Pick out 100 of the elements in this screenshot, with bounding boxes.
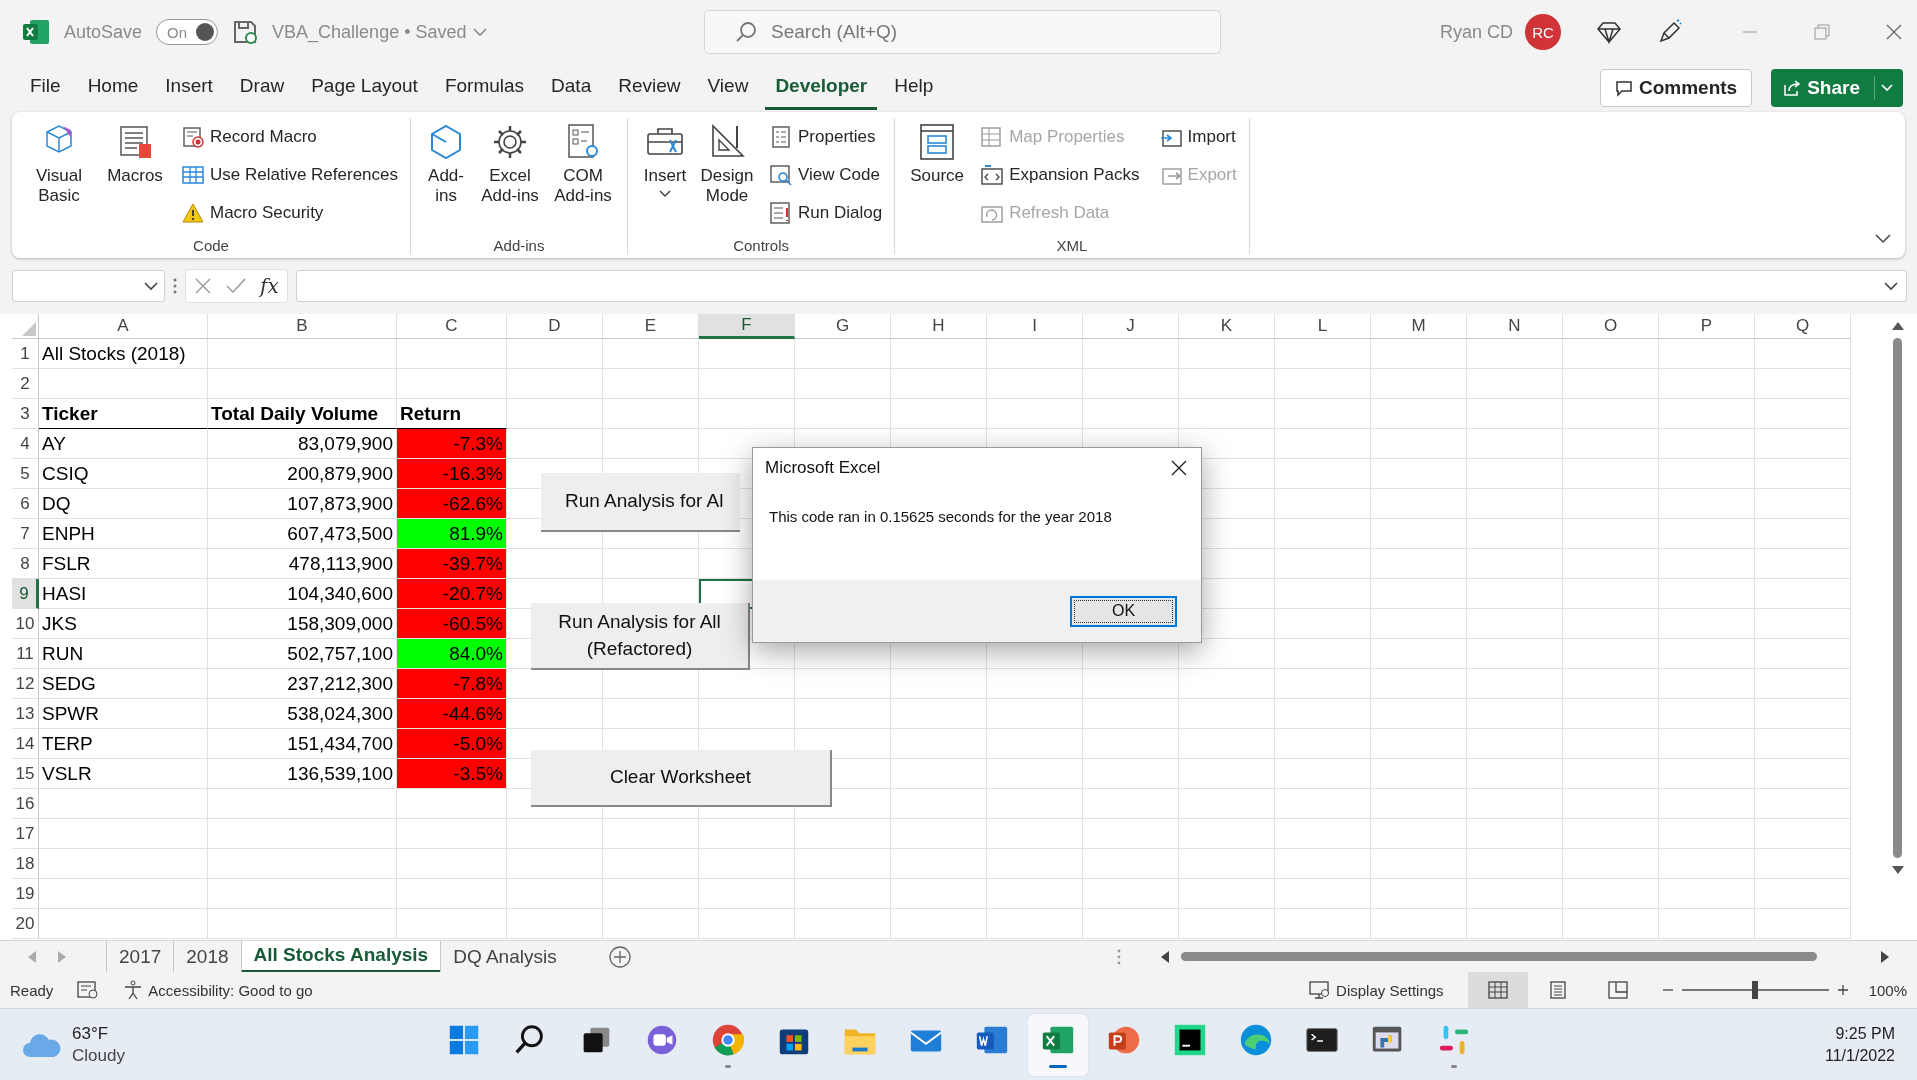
ribbon-button[interactable]: Source [905,118,970,235]
accessibility-status[interactable]: Accessibility: Good to go [123,980,313,1000]
record-macro-icon[interactable] [77,980,100,1000]
ribbon-button[interactable]: Expansion Packs [979,156,1142,194]
menu-tab[interactable]: File [20,66,71,110]
column-header[interactable]: Q [1755,314,1851,339]
sheet-tab[interactable]: All Stocks Analysis [240,940,441,973]
scrollbar-thumb[interactable] [1893,338,1902,858]
menu-tab[interactable]: Formulas [434,66,535,110]
insert-function-button[interactable]: fx [260,274,279,298]
ribbon-button[interactable]: Use Relative References [180,156,401,194]
formula-field[interactable] [295,270,1907,302]
share-button[interactable]: Share [1771,69,1903,107]
menu-tab[interactable]: Draw [229,66,295,110]
row-header[interactable]: 9 [12,579,39,609]
row-header[interactable]: 5 [12,459,39,489]
close-icon[interactable] [1171,460,1187,476]
column-header[interactable]: G [795,314,891,339]
column-header[interactable]: I [987,314,1083,339]
menu-tab[interactable]: Insert [155,66,223,110]
ribbon-button[interactable]: COM Add-ins [549,118,618,235]
ribbon-button[interactable]: Import [1157,118,1239,156]
column-header[interactable]: K [1179,314,1275,339]
row-header[interactable]: 15 [12,759,39,789]
chevron-down-icon[interactable] [472,27,487,37]
macro-button[interactable]: Clear Worksheet [531,750,832,807]
row-header[interactable]: 4 [12,429,39,459]
column-header[interactable]: J [1083,314,1179,339]
menu-tab[interactable]: Data [541,66,602,110]
scroll-right-icon[interactable] [1881,950,1889,963]
menu-tab[interactable]: Home [77,66,149,110]
zoom-in-icon[interactable] [1836,984,1849,996]
ribbon-button[interactable]: Record Macro [180,118,401,156]
scroll-left-icon[interactable] [1161,950,1169,963]
save-icon[interactable] [232,19,259,45]
ribbon-button[interactable]: Insert [638,118,693,235]
column-header[interactable]: D [507,314,603,339]
check-icon[interactable] [226,278,246,294]
ribbon-button[interactable]: Visual Basic [22,118,96,235]
view-button[interactable] [1467,972,1528,1008]
row-header[interactable]: 10 [12,609,39,639]
weather-widget[interactable]: 63°F Cloudy [22,1023,434,1066]
row-header[interactable]: 13 [12,699,39,729]
cancel-icon[interactable] [194,277,212,295]
row-header[interactable]: 3 [12,399,39,429]
row-header[interactable]: 1 [12,339,39,369]
row-header[interactable]: 8 [12,549,39,579]
column-header[interactable]: B [208,314,397,339]
row-header[interactable]: 14 [12,729,39,759]
comments-button[interactable]: Comments [1600,69,1753,107]
more-icon[interactable] [173,278,177,294]
ribbon-button[interactable]: Excel Add-ins [475,118,546,235]
pen-icon[interactable] [1657,19,1683,45]
row-header[interactable]: 6 [12,489,39,519]
menu-tab[interactable]: Developer [765,66,878,110]
avatar[interactable]: RC [1525,14,1561,50]
menu-tab[interactable]: Review [608,66,691,110]
scroll-down-icon[interactable] [1891,866,1904,874]
column-header[interactable]: N [1467,314,1563,339]
ribbon-button[interactable]: Properties [768,118,885,156]
scrollbar-thumb[interactable] [1181,952,1817,961]
menu-tab[interactable]: Page Layout [301,66,428,110]
column-header[interactable]: O [1563,314,1659,339]
zoom-level[interactable]: 100% [1868,981,1907,999]
ribbon-button[interactable]: Design Mode [696,118,759,235]
column-header[interactable]: L [1275,314,1371,339]
column-header[interactable]: H [891,314,987,339]
scroll-up-icon[interactable] [1891,322,1904,330]
macro-button[interactable]: Run Analysis for All (Refactored) [531,603,750,670]
ribbon-button[interactable]: View Code [768,156,885,194]
diamond-icon[interactable] [1597,20,1621,44]
row-header[interactable]: 2 [12,369,39,399]
column-header[interactable]: A [39,314,208,339]
search-field[interactable]: Search (Alt+Q) [704,10,1221,54]
add-sheet-icon[interactable] [608,945,631,968]
row-header[interactable]: 20 [12,909,39,939]
menu-tab[interactable]: Help [884,66,944,110]
row-header[interactable]: 16 [12,789,39,819]
row-header[interactable]: 11 [12,639,39,669]
ribbon-button[interactable]: Add-ins [421,118,472,235]
clock[interactable]: 9:25 PM 11/1/2022 [1825,1024,1895,1065]
more-icon[interactable] [1117,948,1121,965]
column-header[interactable]: C [397,314,507,339]
column-header[interactable]: M [1371,314,1467,339]
menu-tab[interactable]: View [697,66,759,110]
row-header[interactable]: 18 [12,849,39,879]
display-settings-button[interactable]: Display Settings [1309,980,1444,1000]
row-header[interactable]: 19 [12,879,39,909]
ribbon-button[interactable]: Run Dialog [768,194,885,232]
column-header[interactable]: E [603,314,699,339]
zoom-slider-thumb[interactable] [1752,981,1759,999]
row-header[interactable]: 7 [12,519,39,549]
ok-button[interactable]: OK [1070,595,1177,627]
row-header[interactable]: 17 [12,819,39,849]
macro-button[interactable]: Run Analysis for Al [541,473,740,532]
column-header[interactable]: F [699,314,795,339]
collapse-ribbon-icon[interactable] [1875,234,1891,244]
ribbon-button[interactable]: Macros [100,118,170,235]
row-header[interactable]: 12 [12,669,39,699]
ribbon-button[interactable]: Macro Security [180,194,401,232]
